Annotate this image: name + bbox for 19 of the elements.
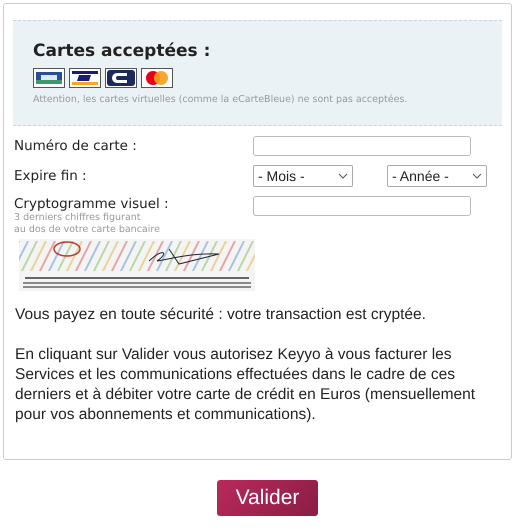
month-select[interactable]: - Mois - <box>253 165 353 187</box>
chevron-down-icon <box>338 173 348 179</box>
expiry-label: Expire fin : <box>14 168 88 184</box>
payment-card-icon <box>105 68 137 88</box>
cvv-label: Cryptogramme visuel : <box>14 196 170 212</box>
card-number-label: Numéro de carte : <box>14 138 138 154</box>
cvv-hint: 3 derniers chiffres figurant au dos de votre carte bancaire <box>14 212 161 236</box>
year-select[interactable]: - Année - <box>387 165 487 187</box>
card-number-field[interactable] <box>253 136 471 156</box>
submit-button[interactable]: Valider <box>216 480 318 516</box>
payment-card-icon <box>33 68 65 88</box>
cvv-field[interactable] <box>253 196 471 216</box>
virtual-cards-notice: Attention, les cartes virtuelles (comme la eCarteBleue) ne sont pas acceptées. <box>33 94 408 105</box>
accepted-cards-title: Cartes acceptées : <box>33 41 212 61</box>
payment-card-icon <box>141 68 173 88</box>
payment-card-icon <box>69 68 101 88</box>
terms-paragraph: En cliquant sur Valider vous autorisez Keyyo à vous facturer les Services et les communications effectuées dans le cadre de ces derniers et à débiter votre carte de crédit en Euros (mensuellement pour vos abonnements et communications). <box>15 345 476 425</box>
security-note: Vous payez en toute sécurité : votre transaction est cryptée. <box>15 305 427 325</box>
chevron-down-icon <box>472 173 482 179</box>
